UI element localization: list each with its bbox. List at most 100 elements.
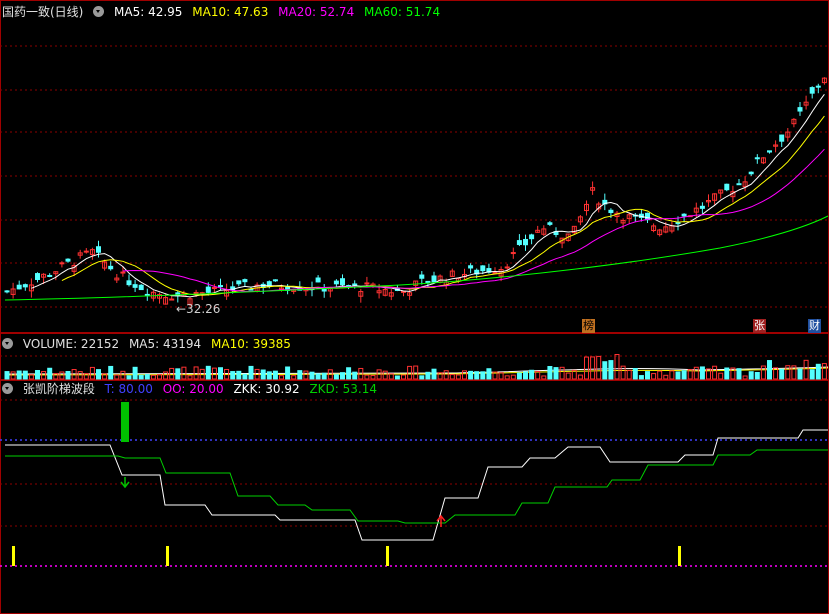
candle-body [468, 265, 474, 269]
volume-bar [242, 373, 248, 380]
volume-bar [724, 367, 730, 380]
candle-body [767, 150, 772, 153]
candle-body [815, 85, 821, 88]
volume-bar [16, 370, 22, 380]
volume-bar [346, 367, 352, 380]
main-panel-header: 国药一致(日线) MA5: 42.95 MA10: 47.63 MA20: 52… [2, 4, 446, 20]
volume-bar [157, 374, 162, 380]
candle-body [193, 291, 199, 294]
volume-bar [535, 371, 541, 380]
sell-signal-bar [121, 402, 129, 442]
candle-body [333, 280, 339, 285]
candle-body [529, 234, 535, 240]
volume-bar [394, 375, 400, 380]
candle-body [132, 284, 138, 288]
candle-body [736, 183, 742, 186]
volume-bar [675, 371, 681, 380]
volume-bar [285, 366, 291, 380]
candle-body [340, 278, 345, 286]
chart-canvas [0, 0, 829, 614]
ma5-label: MA5: 42.95 [114, 5, 183, 19]
ma20-label: MA20: 52.74 [278, 5, 355, 19]
volume-bar [693, 366, 699, 380]
volume-bar [645, 371, 650, 380]
volume-bar [132, 366, 138, 380]
volume-bar [455, 374, 461, 380]
indicator-name[interactable]: 张凯阶梯波段 [23, 382, 95, 396]
chevron-down-icon[interactable] [93, 6, 105, 17]
chevron-down-icon[interactable] [2, 338, 13, 349]
chevron-down-icon[interactable] [2, 383, 13, 394]
volume-bar [614, 354, 620, 380]
volume-bar [516, 372, 522, 380]
volume-bar [260, 369, 266, 380]
volume-bar [504, 375, 510, 380]
volume-bar [370, 374, 376, 380]
volume-bar [272, 370, 278, 380]
volume-bar [126, 375, 132, 380]
volume-bar [96, 369, 101, 380]
candle-body [809, 87, 815, 94]
candle-body [120, 271, 126, 274]
volume-bar [181, 366, 187, 380]
oo-label: OO: 20.00 [162, 382, 224, 396]
candle-body [126, 280, 132, 286]
event-tag-cai[interactable]: 财 [808, 319, 821, 333]
event-tag-bang[interactable]: 榜 [582, 319, 595, 333]
volume-bar [352, 371, 358, 380]
candle-body [47, 274, 53, 277]
zkk-label: ZKK: 30.92 [233, 382, 300, 396]
volume-bar [803, 359, 809, 380]
volume-bar [565, 372, 571, 380]
indicator-panel-header: 张凯阶梯波段 T: 80.00 OO: 20.00 ZKK: 30.92 ZKD… [2, 381, 383, 397]
candle-body [65, 258, 71, 262]
candle-body [108, 265, 114, 270]
panel-border [0, 0, 829, 333]
t-label: T: 80.00 [104, 382, 153, 396]
volume-bar [449, 374, 455, 380]
candle-body [22, 284, 28, 288]
candle-body [419, 274, 425, 279]
volume-bar [596, 355, 602, 380]
candle-body [35, 273, 40, 280]
candle-body [236, 280, 242, 285]
candle-body [205, 286, 211, 293]
event-tag-zhang[interactable]: 张 [753, 319, 766, 333]
candle-body [169, 298, 175, 301]
stock-label[interactable]: 国药一致(日线) [2, 5, 83, 19]
candle-body [779, 134, 785, 142]
volume-bar [108, 365, 114, 380]
candle-body [272, 279, 278, 282]
volume-bar [797, 368, 803, 380]
signal-bar [166, 546, 169, 566]
volume-bar [529, 369, 535, 380]
signal-bar [678, 546, 681, 566]
volume-bar [608, 360, 614, 380]
candle-body [547, 222, 553, 225]
volume-bar [821, 363, 827, 380]
volume-bar [425, 371, 431, 380]
volume-bar [681, 370, 687, 380]
volume-bar [815, 363, 821, 380]
volume-bar [809, 369, 815, 380]
candle-body [699, 205, 705, 209]
volume-bar [736, 368, 742, 380]
candle-body [797, 107, 803, 112]
volume-bar [309, 371, 315, 380]
volume-bar [193, 366, 199, 380]
volume-bar [559, 366, 565, 380]
volume-bar [553, 367, 559, 380]
volume-bar [138, 374, 144, 380]
signal-bar [12, 546, 15, 566]
volume-bar [291, 375, 297, 380]
volume-bar [279, 375, 284, 380]
volume-bar [297, 370, 303, 380]
volume-bar [742, 375, 748, 380]
volume-bar [699, 366, 705, 380]
candle-body [510, 252, 516, 255]
volume-ma5-label: MA5: 43194 [128, 337, 202, 351]
volume-bar [541, 375, 547, 380]
volume-bar [443, 370, 449, 380]
volume-bar [35, 369, 40, 380]
volume-bar [419, 375, 425, 380]
